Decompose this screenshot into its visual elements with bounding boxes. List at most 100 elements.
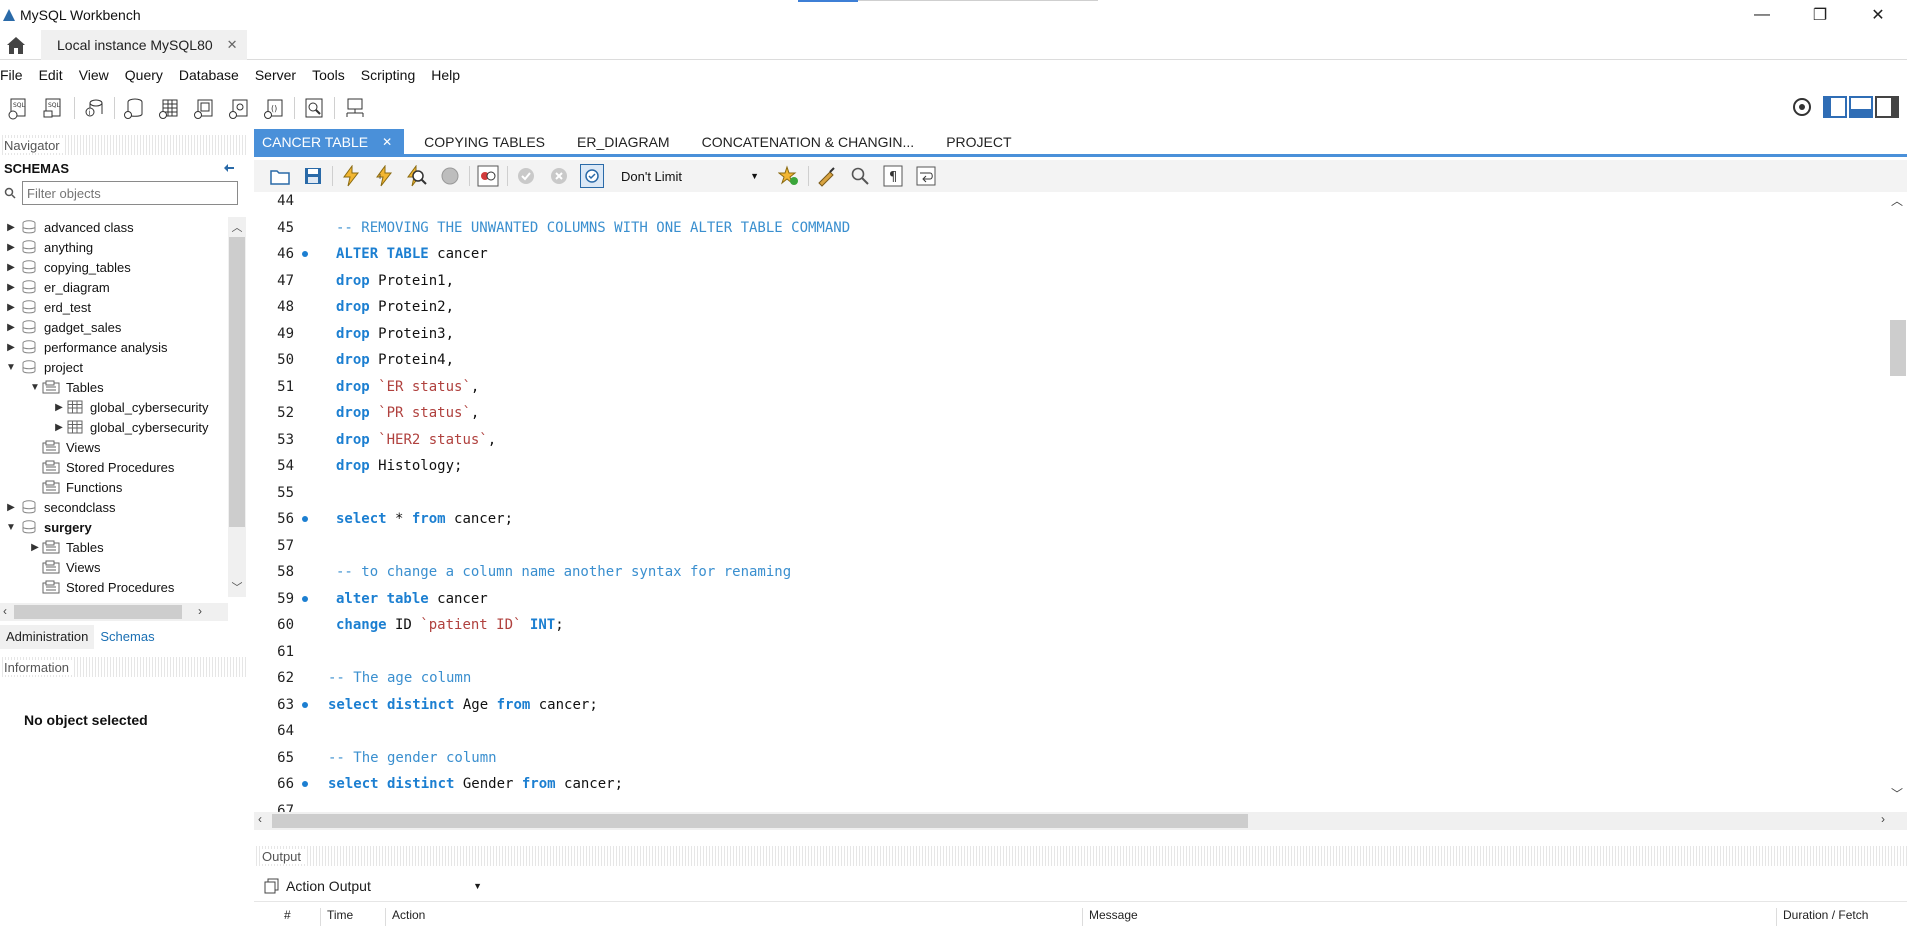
tree-item[interactable]: Functions: [0, 477, 230, 497]
tree-horizontal-scrollbar[interactable]: ‹ ›: [0, 603, 228, 621]
reconnect-icon[interactable]: [341, 95, 367, 121]
expand-arrow-icon[interactable]: ▶: [52, 402, 66, 413]
open-sql-script-icon[interactable]: SQL: [41, 95, 67, 121]
expand-arrow-icon[interactable]: ▶: [52, 422, 66, 433]
code-line[interactable]: 48 drop Protein2,: [254, 294, 1874, 320]
scroll-left-icon[interactable]: ‹: [258, 812, 262, 826]
close-connection-tab-icon[interactable]: ✕: [227, 37, 238, 53]
tree-item[interactable]: ▼ Tables: [0, 377, 230, 397]
minimize-button[interactable]: —: [1733, 0, 1791, 30]
toggle-secondary-sidebar-icon[interactable]: [1875, 96, 1899, 118]
sql-tab[interactable]: COPYING TABLES: [412, 129, 557, 154]
column-header-number[interactable]: #: [262, 908, 291, 926]
expand-arrow-icon[interactable]: ▶: [4, 222, 18, 233]
search-table-data-icon[interactable]: [301, 95, 327, 121]
expand-arrow-icon[interactable]: ▶: [4, 262, 18, 273]
copy-output-icon[interactable]: [264, 878, 280, 894]
expand-arrow-icon[interactable]: ▶: [4, 342, 18, 353]
collapse-arrow-icon[interactable]: ▼: [28, 382, 42, 393]
sql-tab[interactable]: CONCATENATION & CHANGIN...: [690, 129, 927, 154]
column-header-message[interactable]: Message: [1082, 908, 1138, 926]
code-line[interactable]: 53 drop `HER2 status`,: [254, 427, 1874, 453]
stop-icon[interactable]: [438, 164, 462, 188]
column-header-action[interactable]: Action: [385, 908, 425, 926]
sql-tab[interactable]: CANCER TABLE ✕: [254, 129, 405, 154]
output-type-select[interactable]: Action Output ▼: [286, 878, 486, 894]
create-table-icon[interactable]: [156, 95, 182, 121]
scroll-left-icon[interactable]: ‹: [3, 604, 7, 618]
editor-horizontal-scrollbar[interactable]: ‹ ›: [254, 812, 1907, 830]
expand-arrow-icon[interactable]: ▶: [4, 302, 18, 313]
code-line[interactable]: 52 drop `PR status`,: [254, 400, 1874, 426]
code-line[interactable]: 61: [254, 639, 1874, 665]
find-replace-icon[interactable]: [848, 164, 872, 188]
menu-query[interactable]: Query: [125, 67, 173, 83]
create-schema-icon[interactable]: [121, 95, 147, 121]
menu-scripting[interactable]: Scripting: [361, 67, 425, 83]
menu-file[interactable]: File: [0, 67, 33, 83]
code-line[interactable]: 62 -- The age column: [254, 665, 1874, 691]
filter-objects-input[interactable]: [22, 181, 238, 205]
sql-code-editor[interactable]: 44 45 -- REMOVING THE UNWANTED COLUMNS WIT…: [254, 192, 1907, 817]
commit-icon[interactable]: [514, 164, 538, 188]
refresh-schemas-icon[interactable]: [222, 162, 236, 174]
tree-item[interactable]: ▶ gadget_sales: [0, 317, 230, 337]
create-procedure-icon[interactable]: [226, 95, 252, 121]
scroll-right-icon[interactable]: ›: [1881, 812, 1885, 826]
scroll-down-icon[interactable]: ﹀: [228, 579, 246, 595]
tree-scroll-thumb[interactable]: [229, 237, 245, 527]
code-line[interactable]: 54 drop Histology;: [254, 453, 1874, 479]
code-line[interactable]: 46 ALTER TABLE cancer: [254, 241, 1874, 267]
expand-arrow-icon[interactable]: ▶: [4, 242, 18, 253]
tree-item[interactable]: ▶ er_diagram: [0, 277, 230, 297]
tree-item[interactable]: ▶ copying_tables: [0, 257, 230, 277]
word-wrap-icon[interactable]: [914, 164, 938, 188]
code-line[interactable]: 44: [254, 192, 1874, 214]
tree-item[interactable]: ▶ advanced class: [0, 217, 230, 237]
toggle-output-panel-icon[interactable]: [1849, 96, 1873, 118]
tab-schemas[interactable]: Schemas: [94, 625, 161, 649]
settings-icon[interactable]: [1791, 96, 1813, 118]
tree-item[interactable]: ▶ global_cybersecurity: [0, 417, 230, 437]
tree-item[interactable]: ▶ performance analysis: [0, 337, 230, 357]
tree-item[interactable]: ▶ erd_test: [0, 297, 230, 317]
save-icon[interactable]: [301, 164, 325, 188]
editor-scroll-thumb[interactable]: [1890, 320, 1906, 376]
scroll-right-icon[interactable]: ›: [198, 604, 202, 618]
tree-item[interactable]: ▶ secondclass: [0, 497, 230, 517]
tree-item[interactable]: Stored Procedures: [0, 577, 230, 597]
tab-administration[interactable]: Administration: [0, 625, 95, 649]
auto-commit-icon[interactable]: [580, 164, 604, 188]
tree-item[interactable]: ▼ surgery: [0, 517, 230, 537]
execute-current-statement-icon[interactable]: I: [372, 164, 396, 188]
editor-vertical-scrollbar[interactable]: ︿ ﹀: [1887, 192, 1907, 802]
add-snippet-icon[interactable]: [777, 164, 801, 188]
close-tab-icon[interactable]: ✕: [382, 135, 392, 149]
code-line[interactable]: 50 drop Protein4,: [254, 347, 1874, 373]
code-line[interactable]: 58 -- to change a column name another syn…: [254, 559, 1874, 585]
sql-tab[interactable]: PROJECT: [934, 129, 1023, 154]
menu-tools[interactable]: Tools: [312, 67, 355, 83]
code-line[interactable]: 60 change ID `patient ID` INT;: [254, 612, 1874, 638]
tree-item[interactable]: ▶ Tables: [0, 537, 230, 557]
new-sql-tab-icon[interactable]: SQL: [6, 95, 32, 121]
sql-tab[interactable]: ER_DIAGRAM: [565, 129, 682, 154]
code-line[interactable]: 59 alter table cancer: [254, 586, 1874, 612]
expand-arrow-icon[interactable]: ▶: [4, 282, 18, 293]
code-line[interactable]: 57: [254, 533, 1874, 559]
editor-hscroll-thumb[interactable]: [272, 814, 1248, 828]
column-header-time[interactable]: Time: [320, 908, 353, 926]
code-line[interactable]: 56 select * from cancer;: [254, 506, 1874, 532]
scroll-up-icon[interactable]: ︿: [1887, 192, 1907, 209]
code-line[interactable]: 63 select distinct Age from cancer;: [254, 692, 1874, 718]
code-line[interactable]: 47 drop Protein1,: [254, 268, 1874, 294]
tree-item[interactable]: Stored Procedures: [0, 457, 230, 477]
expand-arrow-icon[interactable]: ▶: [4, 322, 18, 333]
home-icon[interactable]: [4, 34, 28, 56]
menu-edit[interactable]: Edit: [39, 67, 73, 83]
collapse-arrow-icon[interactable]: ▼: [4, 362, 18, 373]
expand-arrow-icon[interactable]: ▶: [28, 542, 42, 553]
scroll-up-icon[interactable]: ︿: [228, 219, 246, 235]
column-header-duration[interactable]: Duration / Fetch: [1776, 908, 1868, 926]
code-line[interactable]: 55: [254, 480, 1874, 506]
